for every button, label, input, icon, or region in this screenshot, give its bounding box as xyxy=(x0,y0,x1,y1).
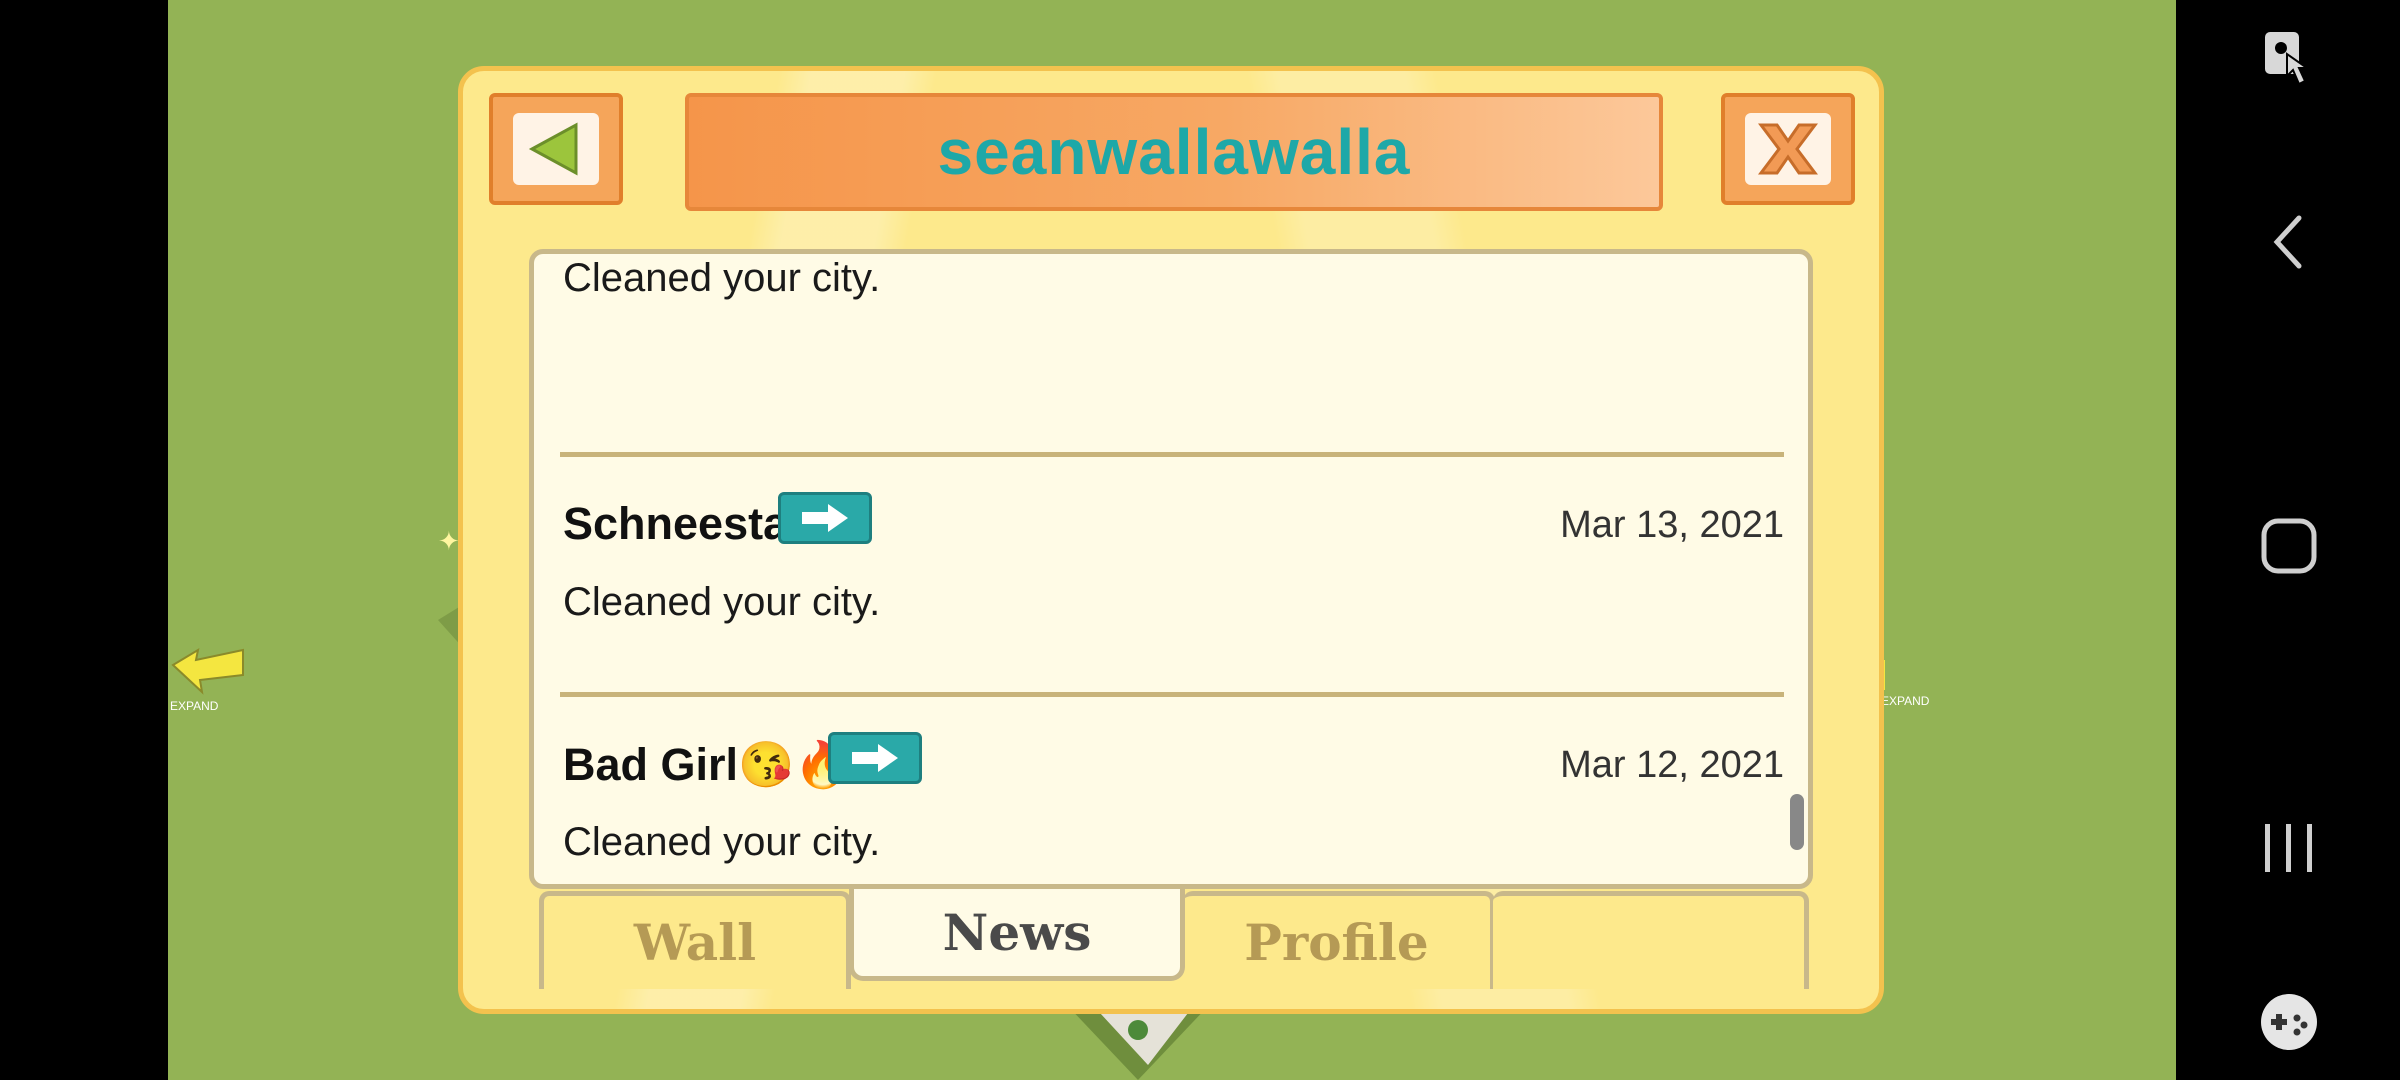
chevron-left-icon xyxy=(2273,215,2301,269)
news-date: Mar 12, 2021 xyxy=(1560,744,1784,786)
nav-recents-button[interactable] xyxy=(2177,818,2400,878)
divider xyxy=(560,452,1784,457)
screen-capture-icon xyxy=(2264,32,2310,86)
recents-icon xyxy=(2264,824,2312,872)
divider xyxy=(560,692,1784,697)
news-message: Cleaned your city. xyxy=(563,580,881,624)
svg-text:EXPAND: EXPAND xyxy=(1881,694,1930,708)
android-nav-bar xyxy=(2177,0,2400,1080)
news-message: Cleaned your city. xyxy=(563,256,881,300)
tab-news[interactable]: News xyxy=(849,889,1185,981)
news-friend-name[interactable]: Bad Girl😘🔥 xyxy=(563,738,850,791)
visit-friend-button[interactable] xyxy=(778,492,872,544)
tab-empty xyxy=(1493,891,1809,989)
back-arrow-icon xyxy=(528,122,578,176)
back-button[interactable] xyxy=(489,93,623,205)
news-message: Cleaned your city. xyxy=(563,820,881,864)
news-feed-panel[interactable]: Cleaned your city. Schneestadt Mar 13, 2… xyxy=(529,249,1813,889)
tab-wall[interactable]: Wall xyxy=(539,891,851,989)
visit-friend-button[interactable] xyxy=(828,732,922,784)
friend-dialog: seanwallawalla Cleaned your city. Schnee… xyxy=(458,66,1884,1014)
arrow-right-icon xyxy=(802,504,848,532)
expand-left-arrow-icon[interactable]: EXPAND xyxy=(168,640,248,720)
home-icon xyxy=(2261,518,2316,574)
dialog-title: seanwallawalla xyxy=(937,116,1411,188)
nav-home-button[interactable] xyxy=(2177,516,2400,576)
nav-back-button[interactable] xyxy=(2177,210,2400,274)
tab-profile[interactable]: Profile xyxy=(1183,891,1495,989)
close-icon xyxy=(1758,123,1818,175)
svg-text:EXPAND: EXPAND xyxy=(170,699,219,713)
gamepad-icon xyxy=(2260,994,2317,1050)
screen-capture-button[interactable] xyxy=(2177,28,2400,92)
news-date: Mar 13, 2021 xyxy=(1560,504,1784,546)
close-button[interactable] xyxy=(1721,93,1855,205)
scrollbar[interactable] xyxy=(1790,794,1804,850)
arrow-right-icon xyxy=(852,744,898,772)
game-tools-button[interactable] xyxy=(2177,990,2400,1054)
title-bar: seanwallawalla xyxy=(685,93,1663,211)
